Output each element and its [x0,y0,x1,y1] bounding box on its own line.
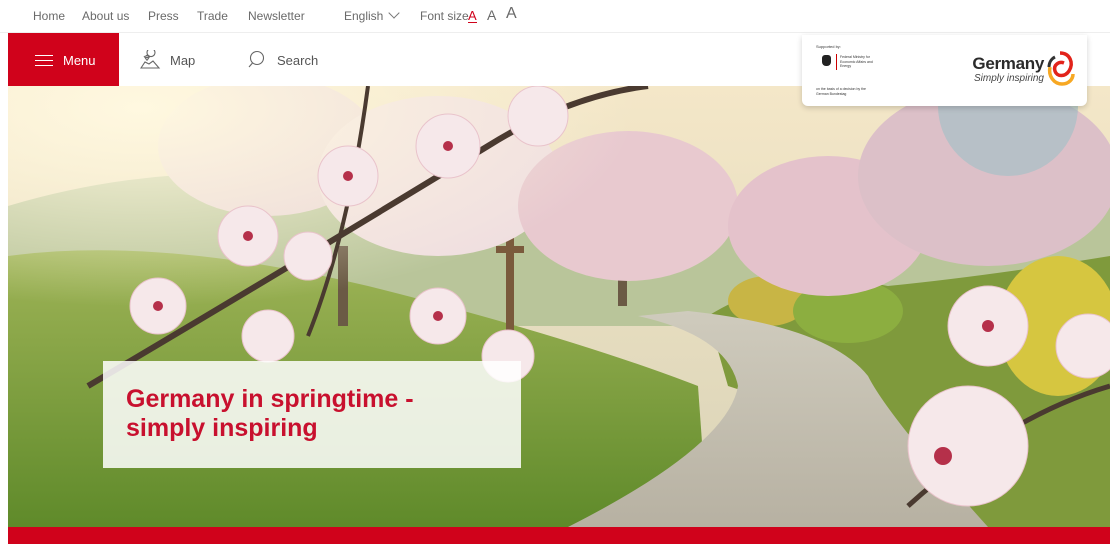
map-icon [139,50,161,69]
map-label: Map [170,52,196,68]
topbar-link-press[interactable]: Press [148,9,179,23]
language-label: English [344,9,384,23]
search-link[interactable]: Search [248,33,318,87]
menu-button[interactable]: Menu [8,33,119,87]
topbar-link-trade[interactable]: Trade [197,9,228,23]
hero-headline: Germany in springtime - simply inspiring [126,385,414,442]
hero-bottom-bar [8,527,1110,544]
federal-eagle-icon [822,55,831,66]
brand-subtitle: Simply inspiring [973,73,1044,84]
search-icon [248,50,265,68]
topbar-link-newsletter[interactable]: Newsletter [248,9,305,23]
ministry-flag-bar [836,54,837,70]
menu-label: Menu [63,52,96,68]
font-size-small-button[interactable]: A [468,9,477,23]
bundestag-decision-text: on the basis of a decision by the German… [816,87,867,96]
hero-banner[interactable]: Germany in springtime - simply inspiring [8,86,1110,527]
utility-bar: Home About us Press Trade Newsletter Eng… [0,0,1110,32]
map-link[interactable]: Map [139,33,195,87]
topbar-link-home[interactable]: Home [33,9,65,23]
hero-headline-box[interactable]: Germany in springtime - simply inspiring [103,361,521,468]
language-selector[interactable]: English [344,7,401,23]
font-size-large-button[interactable]: A [506,5,517,23]
font-size-medium-button[interactable]: A [487,7,496,23]
hamburger-icon [35,54,53,66]
brand-wordmark: Germany Simply inspiring [948,54,1044,84]
topbar-link-about-us[interactable]: About us [82,9,129,23]
supported-by-text: Supported by: [816,44,841,49]
search-label: Search [277,52,319,68]
swirl-logo-icon [1047,51,1075,86]
chevron-down-icon [388,7,401,19]
ministry-text: Federal Ministry for Economic Affairs an… [840,55,873,68]
brand-title: Germany [972,54,1044,73]
logo-card[interactable]: Supported by: Federal Ministry for Econo… [802,35,1087,106]
font-size-label: Font size [420,9,469,23]
